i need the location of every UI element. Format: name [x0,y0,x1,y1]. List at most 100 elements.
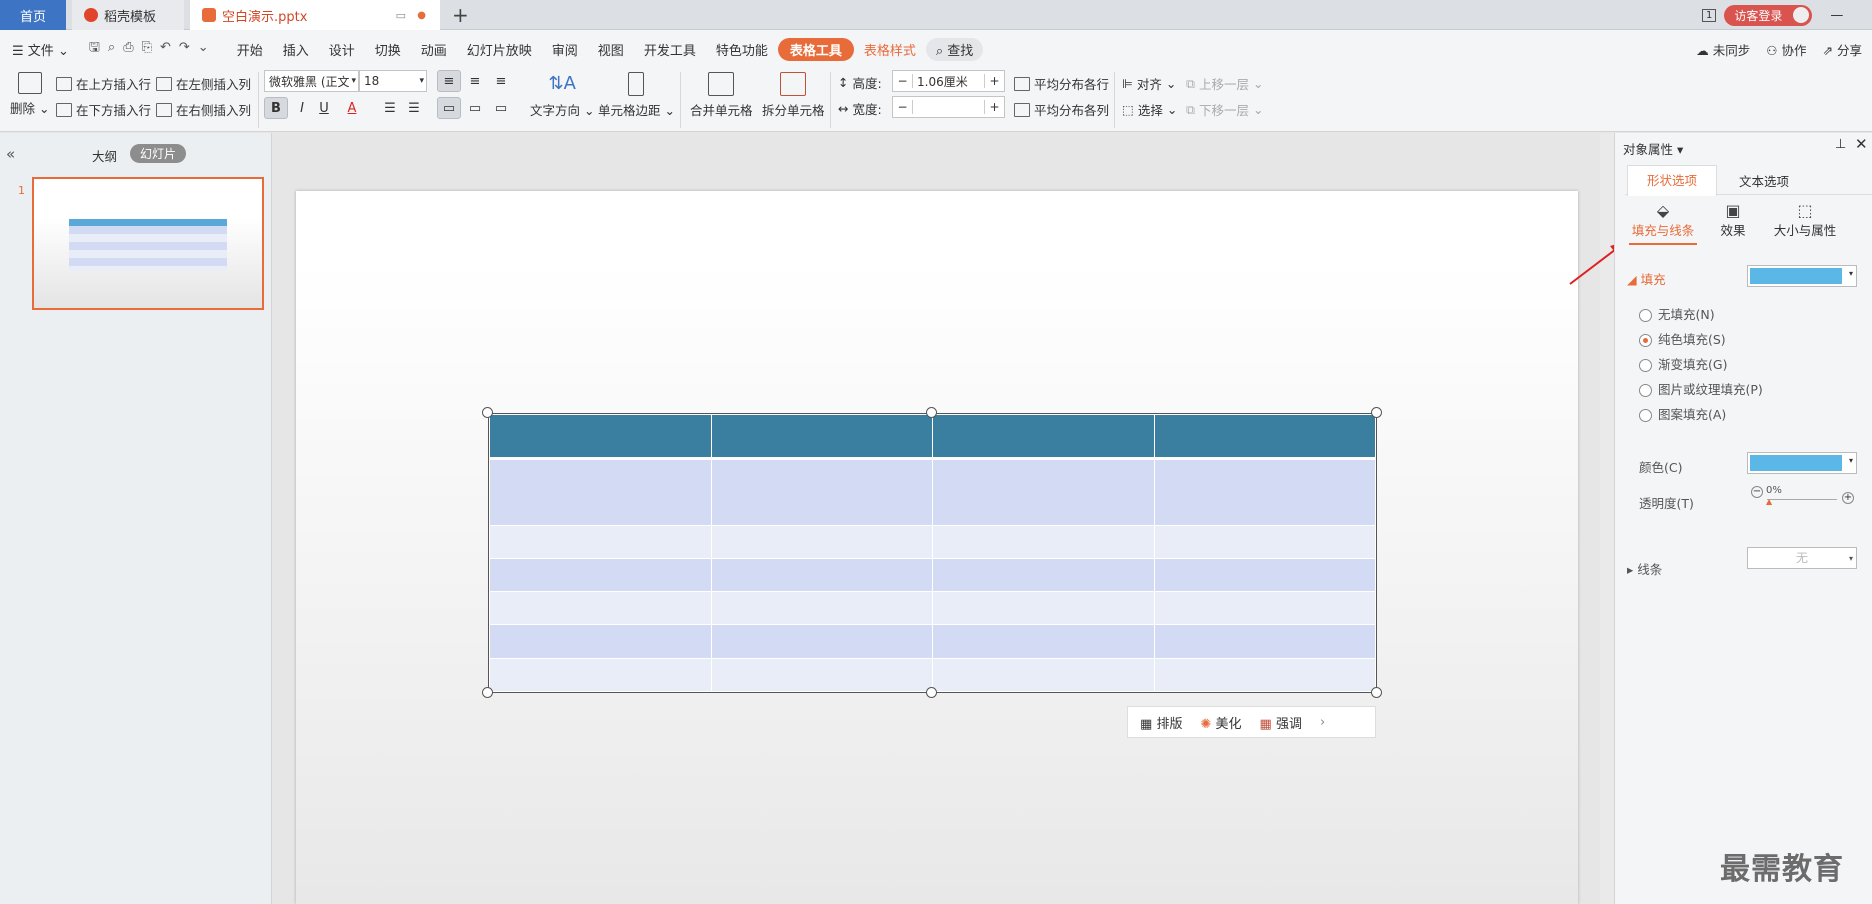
width-stepper[interactable]: − + [892,96,1005,118]
radio-gradient-fill[interactable]: 渐变填充(G) [1639,354,1727,373]
table-cell[interactable] [710,524,933,559]
tab-home[interactable]: 首页 [0,0,66,30]
login-button[interactable]: 访客登录 [1724,4,1813,26]
table-cell[interactable] [932,557,1155,593]
table-cell[interactable] [932,591,1155,626]
menu-insert[interactable]: 插入 [273,40,319,59]
insert-above-button[interactable]: 在上方插入行 [56,74,151,93]
table-cell[interactable] [1153,458,1376,526]
emphasis-button[interactable]: ▦ 强调 [1260,713,1302,732]
table-cell[interactable] [1153,557,1376,593]
valign-top-button[interactable]: ▭ [437,97,461,119]
height-decrease-button[interactable]: − [893,74,913,88]
distribute-rows-button[interactable]: 平均分布各行 [1014,74,1109,93]
slider-thumb[interactable]: ▲ [1766,497,1772,506]
menu-developer[interactable]: 开发工具 [634,40,706,59]
table-cell[interactable] [710,591,933,626]
table-header-cell[interactable] [710,414,933,460]
menu-slideshow[interactable]: 幻灯片放映 [457,40,542,59]
font-family-select[interactable]: 微软雅黑 (正文 ▾ [264,70,359,92]
color-picker[interactable]: ▾ [1747,452,1857,474]
table-cell[interactable] [710,458,933,526]
pin-icon[interactable]: ⊥ [1835,137,1846,152]
tab-text-options[interactable]: 文本选项 [1739,171,1789,190]
beautify-button[interactable]: ✺ 美化 [1200,713,1241,732]
bold-button[interactable]: B [264,97,288,119]
subtab-size[interactable]: ⬚ 大小与属性 [1765,201,1845,239]
align-right-button[interactable]: ≡ [489,70,513,92]
insert-right-button[interactable]: 在右侧插入列 [156,100,251,119]
table-cell[interactable] [710,624,933,659]
select-button[interactable]: ⬚ 选择 ⌄ [1122,100,1177,119]
valign-middle-button[interactable]: ▭ [463,97,487,119]
slide-thumbnail[interactable] [32,177,264,310]
transparency-increase-button[interactable]: + [1842,492,1854,504]
send-backward-button[interactable]: ⧉ 下移一层 ⌄ [1186,100,1263,119]
cell-margin-button[interactable]: 单元格边距 ⌄ [598,72,675,119]
merge-cells-button[interactable]: 合并单元格 [690,72,753,119]
table-cell[interactable] [489,458,712,526]
fill-color-picker[interactable]: ▾ [1747,265,1857,287]
collab-button[interactable]: ⚇ 协作 [1766,40,1806,59]
split-cells-button[interactable]: 拆分单元格 [762,72,825,119]
table-cell[interactable] [489,557,712,593]
table-cell[interactable] [932,524,1155,559]
line-spacing-button[interactable]: ☰ [378,97,402,119]
collapse-panel-icon[interactable]: « [6,145,15,163]
chevron-right-icon[interactable]: › [1320,715,1325,730]
tab-template[interactable]: 稻壳模板 [72,0,184,30]
monitor-icon[interactable]: ▭ [396,9,406,22]
radio-picture-fill[interactable]: 图片或纹理填充(P) [1639,379,1763,398]
menu-table-tools[interactable]: 表格工具 [777,37,854,61]
menu-design[interactable]: 设计 [319,40,365,59]
resize-handle[interactable] [482,687,493,698]
height-input[interactable]: 1.06厘米 [913,73,984,90]
line-picker[interactable]: 无 ▾ [1747,547,1857,569]
resize-handle[interactable] [1371,687,1382,698]
minimize-button[interactable]: — [1830,8,1843,23]
page-count-badge[interactable]: 1 [1702,8,1717,22]
height-increase-button[interactable]: + [984,74,1004,88]
table-cell[interactable] [1153,657,1376,693]
font-size-select[interactable]: 18 ▾ [359,70,427,92]
insert-below-button[interactable]: 在下方插入行 [56,100,151,119]
table-cell[interactable] [489,524,712,559]
tab-outline[interactable]: 大纲 [92,146,117,165]
width-decrease-button[interactable]: − [893,100,913,114]
table-cell[interactable] [489,624,712,659]
transparency-decrease-button[interactable]: − [1751,486,1763,498]
table-cell[interactable] [710,657,933,693]
resize-handle[interactable] [926,407,937,418]
tab-slides[interactable]: 幻灯片 [130,144,187,163]
panel-title[interactable]: 对象属性 ▾ [1623,139,1683,158]
radio-no-fill[interactable]: 无填充(N) [1639,304,1715,323]
table-cell[interactable] [1153,524,1376,559]
fill-section-header[interactable]: ◢ 填充 [1627,269,1666,288]
quick-access-icons[interactable]: 🖫⌕⎙⎘↶↷⌄ [79,38,227,60]
underline-button[interactable]: U [312,97,336,119]
table-cell[interactable] [710,557,933,593]
font-color-button[interactable]: A [340,97,364,119]
table-cell[interactable] [489,657,712,693]
new-tab-button[interactable]: + [452,0,472,30]
close-icon[interactable]: ✕ [1855,135,1868,153]
text-direction-button[interactable]: ⇅A 文字方向 ⌄ [530,72,594,119]
transparency-slider[interactable] [1767,499,1837,500]
width-increase-button[interactable]: + [984,100,1004,114]
italic-button[interactable]: I [290,97,314,119]
menu-transition[interactable]: 切换 [365,40,411,59]
table-cell[interactable] [932,458,1155,526]
delete-button[interactable]: 删除 ⌄ [10,72,49,117]
layout-button[interactable]: ▦ 排版 [1140,713,1182,732]
table-cell[interactable] [932,624,1155,659]
align-center-button[interactable]: ≡ [463,70,487,92]
table-cell[interactable] [1153,624,1376,659]
distribute-cols-button[interactable]: 平均分布各列 [1014,100,1109,119]
tab-document[interactable]: 空白演示.pptx ▭ ● [190,0,440,30]
menu-special[interactable]: 特色功能 [706,40,778,59]
menu-table-style[interactable]: 表格样式 [854,40,926,59]
table-header-cell[interactable] [1153,414,1376,460]
file-menu[interactable]: ☰ 文件 ⌄ [0,40,79,59]
menu-view[interactable]: 视图 [588,40,634,59]
menu-start[interactable]: 开始 [227,40,273,59]
